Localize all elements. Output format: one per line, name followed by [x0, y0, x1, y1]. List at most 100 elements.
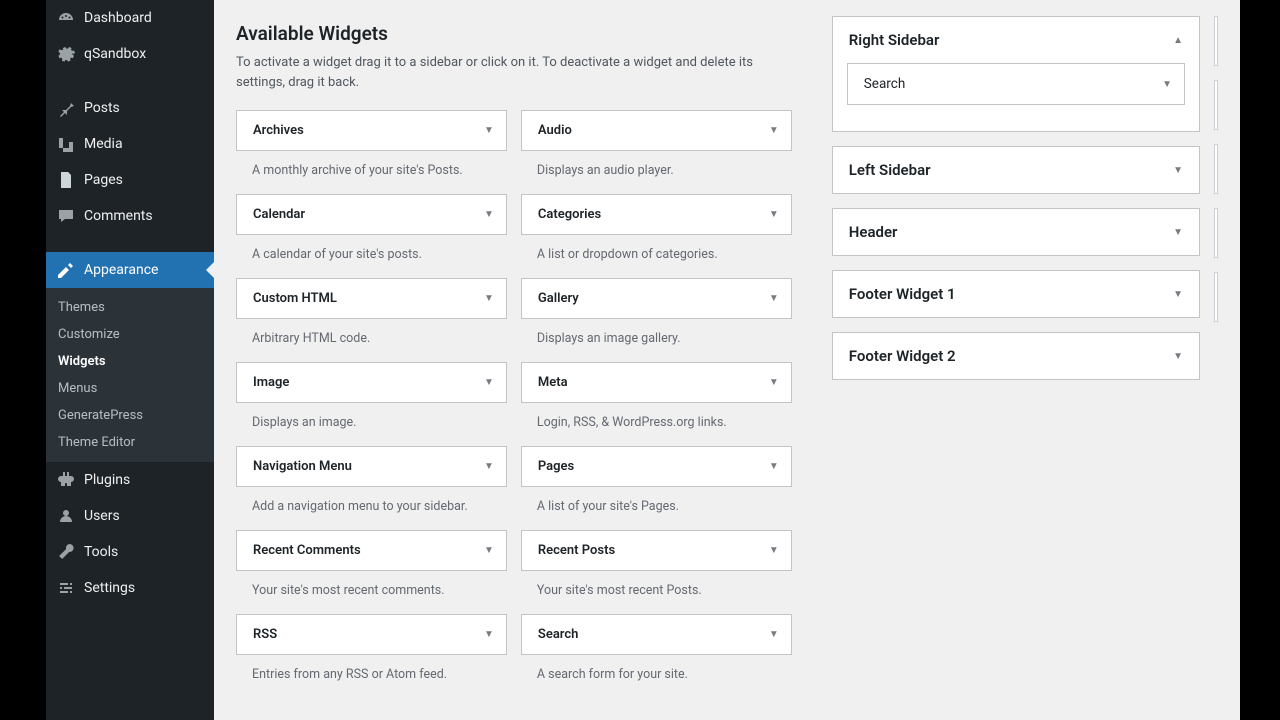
widget-area-title: Footer Widget 2 — [849, 347, 956, 365]
available-widgets-grid: Archives▼A monthly archive of your site'… — [236, 110, 792, 698]
available-widget-box[interactable]: Image▼ — [236, 362, 507, 403]
appearance-submenu: Themes Customize Widgets Menus GenerateP… — [46, 288, 214, 462]
available-widget-box[interactable]: Search▼ — [521, 614, 792, 655]
sidebar-item-dashboard[interactable]: Dashboard — [46, 0, 214, 36]
widget-area-header[interactable]: Right Sidebar▲ — [833, 17, 1199, 63]
chevron-down-icon[interactable]: ▼ — [484, 209, 494, 220]
widget-area-peek[interactable] — [1214, 144, 1218, 194]
comments-icon — [56, 206, 76, 226]
available-widget-box[interactable]: Categories▼ — [521, 194, 792, 235]
sidebar-item-qsandbox[interactable]: qSandbox — [46, 36, 214, 72]
submenu-menus[interactable]: Menus — [46, 375, 214, 402]
submenu-widgets[interactable]: Widgets — [46, 348, 214, 375]
available-widget-box[interactable]: Calendar▼ — [236, 194, 507, 235]
sidebar-item-users[interactable]: Users — [46, 498, 214, 534]
widget-area-peek[interactable] — [1214, 16, 1218, 66]
chevron-down-icon[interactable]: ▼ — [1173, 165, 1183, 176]
available-widget: Audio▼Displays an audio player. — [521, 110, 792, 194]
placed-widget-title: Search — [864, 76, 905, 92]
available-widget-box[interactable]: RSS▼ — [236, 614, 507, 655]
available-widget: Navigation Menu▼Add a navigation menu to… — [236, 446, 507, 530]
available-widget-box[interactable]: Pages▼ — [521, 446, 792, 487]
available-widget: Calendar▼A calendar of your site's posts… — [236, 194, 507, 278]
placed-widget[interactable]: Search ▼ — [847, 63, 1185, 105]
plugins-icon — [56, 470, 76, 490]
chevron-down-icon[interactable]: ▼ — [769, 293, 779, 304]
available-widget: Recent Posts▼Your site's most recent Pos… — [521, 530, 792, 614]
widget-area-peek[interactable] — [1214, 208, 1218, 258]
letterbox-left — [0, 0, 46, 720]
available-widget-title: Meta — [538, 375, 568, 390]
widget-area: Footer Widget 2 ▼ — [832, 332, 1200, 380]
sidebar-item-label: Posts — [84, 100, 120, 116]
chevron-down-icon[interactable]: ▼ — [1173, 351, 1183, 362]
available-widget-desc: Displays an image. — [236, 403, 507, 446]
chevron-down-icon[interactable]: ▼ — [484, 629, 494, 640]
available-widgets-column: Available Widgets To activate a widget d… — [236, 0, 792, 720]
chevron-down-icon[interactable]: ▼ — [1162, 79, 1172, 90]
widget-areas-list: Right Sidebar▲Search▼Left Sidebar▼Header… — [832, 16, 1200, 720]
sidebar-item-settings[interactable]: Settings — [46, 570, 214, 606]
available-widget: Pages▼A list of your site's Pages. — [521, 446, 792, 530]
widget-area-header[interactable]: Footer Widget 1▼ — [833, 271, 1199, 317]
chevron-down-icon[interactable]: ▼ — [769, 545, 779, 556]
available-widget-box[interactable]: Custom HTML▼ — [236, 278, 507, 319]
available-widget-box[interactable]: Meta ▼ — [521, 362, 792, 403]
available-widget-desc: Displays an audio player. — [521, 151, 792, 194]
sidebar-item-media[interactable]: Media — [46, 126, 214, 162]
available-widget-desc: Displays an image gallery. — [521, 319, 792, 362]
submenu-customize[interactable]: Customize — [46, 321, 214, 348]
available-widget-box[interactable]: Gallery▼ — [521, 278, 792, 319]
sidebar-item-label: Media — [84, 136, 123, 152]
available-widget: Recent Comments▼Your site's most recent … — [236, 530, 507, 614]
available-widget-box[interactable]: Audio▼ — [521, 110, 792, 151]
available-widget-box[interactable]: Recent Posts▼ — [521, 530, 792, 571]
widget-area-header[interactable]: Header▼ — [833, 209, 1199, 255]
available-widget-desc: A search form for your site. — [521, 655, 792, 698]
chevron-down-icon[interactable]: ▼ — [769, 461, 779, 472]
available-widget-desc: Add a navigation menu to your sidebar. — [236, 487, 507, 530]
widget-area-header[interactable]: Left Sidebar▼ — [833, 147, 1199, 193]
letterbox-right — [1240, 0, 1280, 720]
chevron-down-icon[interactable]: ▼ — [769, 125, 779, 136]
chevron-down-icon[interactable]: ▼ — [484, 377, 494, 388]
available-widget-desc: A calendar of your site's posts. — [236, 235, 507, 278]
submenu-theme-editor[interactable]: Theme Editor — [46, 429, 214, 456]
available-widget-box[interactable]: Navigation Menu▼ — [236, 446, 507, 487]
sidebar-item-pages[interactable]: Pages — [46, 162, 214, 198]
available-widget: Gallery▼Displays an image gallery. — [521, 278, 792, 362]
chevron-down-icon[interactable]: ▼ — [769, 377, 779, 388]
chevron-down-icon[interactable]: ▼ — [769, 629, 779, 640]
available-widget: RSS▼Entries from any RSS or Atom feed. — [236, 614, 507, 698]
chevron-down-icon[interactable]: ▼ — [1173, 227, 1183, 238]
available-widgets-description: To activate a widget drag it to a sideba… — [236, 53, 766, 92]
available-widget-box[interactable]: Recent Comments▼ — [236, 530, 507, 571]
widget-area-peek[interactable] — [1214, 272, 1218, 322]
chevron-up-icon[interactable]: ▲ — [1173, 35, 1183, 46]
submenu-themes[interactable]: Themes — [46, 294, 214, 321]
content-area: Available Widgets To activate a widget d… — [214, 0, 1240, 720]
sidebar-item-appearance[interactable]: Appearance — [46, 252, 214, 288]
widget-areas-secondary-column — [1214, 16, 1218, 720]
sidebar-item-posts[interactable]: Posts — [46, 90, 214, 126]
chevron-down-icon[interactable]: ▼ — [769, 209, 779, 220]
sidebar-item-comments[interactable]: Comments — [46, 198, 214, 234]
chevron-down-icon[interactable]: ▼ — [484, 461, 494, 472]
dashboard-icon — [56, 8, 76, 28]
submenu-generatepress[interactable]: GeneratePress — [46, 402, 214, 429]
widget-area: Header▼ — [832, 208, 1200, 256]
available-widget-desc: Login, RSS, & WordPress.org links. — [521, 403, 792, 446]
chevron-down-icon[interactable]: ▼ — [484, 293, 494, 304]
widget-area-peek[interactable] — [1214, 80, 1218, 130]
chevron-down-icon[interactable]: ▼ — [1173, 289, 1183, 300]
available-widget-desc: A list of your site's Pages. — [521, 487, 792, 530]
available-widget-title: Archives — [253, 123, 304, 138]
widget-area-header[interactable]: Footer Widget 2 ▼ — [833, 333, 1199, 379]
sidebar-item-plugins[interactable]: Plugins — [46, 462, 214, 498]
available-widget-box[interactable]: Archives ▼ — [236, 110, 507, 151]
widget-area: Footer Widget 1▼ — [832, 270, 1200, 318]
chevron-down-icon[interactable]: ▼ — [484, 125, 494, 136]
available-widget: Meta ▼ Login, RSS, & WordPress.org links. — [521, 362, 792, 446]
sidebar-item-tools[interactable]: Tools — [46, 534, 214, 570]
chevron-down-icon[interactable]: ▼ — [484, 545, 494, 556]
